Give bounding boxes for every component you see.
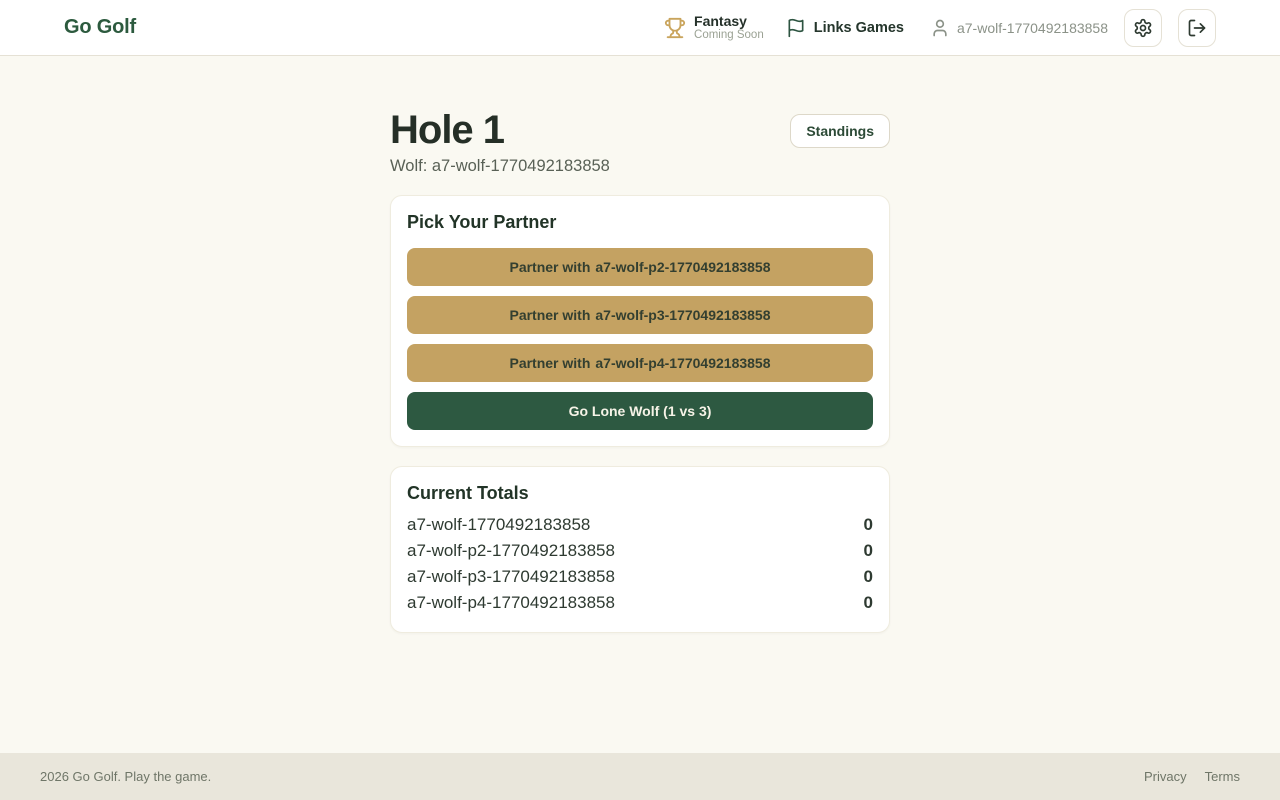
trophy-icon xyxy=(664,17,686,39)
partner-button-prefix: Partner with xyxy=(509,307,590,323)
header-nav: Fantasy Coming Soon Links Games a7-wolf-… xyxy=(664,9,1216,47)
partner-button-name: a7-wolf-p3-1770492183858 xyxy=(595,307,770,323)
totals-row: a7-wolf-1770492183858 0 xyxy=(407,512,873,538)
main-content: Hole 1 Standings Wolf: a7-wolf-177049218… xyxy=(390,108,890,633)
nav-item-links-games[interactable]: Links Games xyxy=(786,18,904,38)
current-totals-card: Current Totals a7-wolf-1770492183858 0 a… xyxy=(390,466,890,633)
user-chip: a7-wolf-1770492183858 xyxy=(930,18,1108,38)
logout-icon xyxy=(1187,18,1207,38)
logout-button[interactable] xyxy=(1178,9,1216,47)
flag-icon xyxy=(786,18,806,38)
lone-wolf-button[interactable]: Go Lone Wolf (1 vs 3) xyxy=(407,392,873,430)
nav-item-fantasy[interactable]: Fantasy Coming Soon xyxy=(664,13,764,42)
copyright-text: 2026 Go Golf. Play the game. xyxy=(40,769,211,784)
username-text: a7-wolf-1770492183858 xyxy=(957,20,1108,36)
fantasy-label: Fantasy xyxy=(694,13,764,29)
partner-button-p4[interactable]: Partner with a7-wolf-p4-1770492183858 xyxy=(407,344,873,382)
wolf-subtitle: Wolf: a7-wolf-1770492183858 xyxy=(390,157,890,176)
totals-player-score: 0 xyxy=(864,515,873,535)
partner-button-name: a7-wolf-p4-1770492183858 xyxy=(595,355,770,371)
title-row: Hole 1 Standings xyxy=(390,108,890,153)
footer-links: Privacy Terms xyxy=(1144,769,1240,784)
page-title: Hole 1 xyxy=(390,108,504,153)
totals-player-score: 0 xyxy=(864,567,873,587)
app-header: Go Golf Fantasy Coming Soon xyxy=(0,0,1280,56)
terms-link[interactable]: Terms xyxy=(1205,769,1240,784)
links-games-label: Links Games xyxy=(814,20,904,36)
totals-player-name: a7-wolf-p3-1770492183858 xyxy=(407,567,615,587)
page-footer: 2026 Go Golf. Play the game. Privacy Ter… xyxy=(0,753,1280,800)
app-logo[interactable]: Go Golf xyxy=(64,16,136,39)
partner-button-prefix: Partner with xyxy=(509,259,590,275)
partner-button-name: a7-wolf-p2-1770492183858 xyxy=(595,259,770,275)
fantasy-sublabel: Coming Soon xyxy=(694,29,764,42)
totals-player-score: 0 xyxy=(864,593,873,613)
settings-button[interactable] xyxy=(1124,9,1162,47)
standings-button[interactable]: Standings xyxy=(790,114,890,148)
totals-player-name: a7-wolf-p4-1770492183858 xyxy=(407,593,615,613)
totals-row: a7-wolf-p2-1770492183858 0 xyxy=(407,538,873,564)
privacy-link[interactable]: Privacy xyxy=(1144,769,1187,784)
totals-player-name: a7-wolf-p2-1770492183858 xyxy=(407,541,615,561)
pick-partner-heading: Pick Your Partner xyxy=(407,212,873,233)
totals-row: a7-wolf-p4-1770492183858 0 xyxy=(407,590,873,616)
totals-player-score: 0 xyxy=(864,541,873,561)
gear-icon xyxy=(1133,18,1153,38)
partner-button-p2[interactable]: Partner with a7-wolf-p2-1770492183858 xyxy=(407,248,873,286)
partner-button-prefix: Partner with xyxy=(509,355,590,371)
pick-partner-card: Pick Your Partner Partner with a7-wolf-p… xyxy=(390,195,890,447)
totals-row: a7-wolf-p3-1770492183858 0 xyxy=(407,564,873,590)
current-totals-heading: Current Totals xyxy=(407,483,873,504)
user-icon xyxy=(930,18,950,38)
partner-button-p3[interactable]: Partner with a7-wolf-p3-1770492183858 xyxy=(407,296,873,334)
totals-player-name: a7-wolf-1770492183858 xyxy=(407,515,590,535)
